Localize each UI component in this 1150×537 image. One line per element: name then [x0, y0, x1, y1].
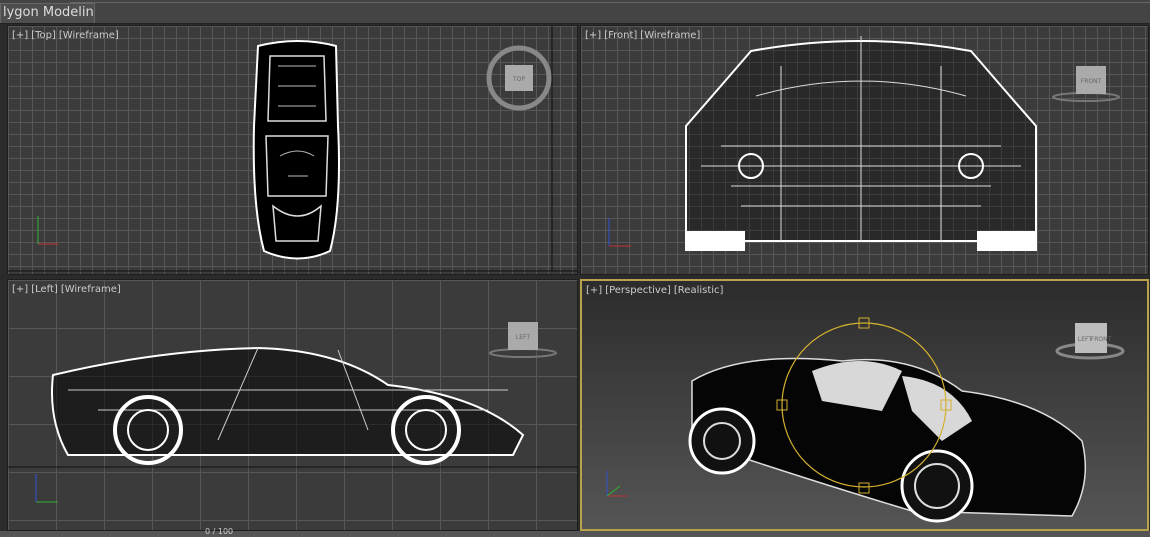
shading-mode[interactable]: [Wireframe] — [640, 30, 700, 41]
shading-mode[interactable]: [Wireframe] — [61, 284, 121, 295]
viewport-front[interactable]: [+] [Front] [Wireframe] FRONT — [580, 25, 1149, 275]
viewcube-label: FRONT — [1081, 78, 1102, 85]
view-type[interactable]: [Top] — [31, 30, 56, 41]
shading-mode[interactable]: [Realistic] — [674, 285, 724, 296]
viewport-left[interactable]: [+] [Left] [Wireframe] LEFT — [7, 279, 578, 531]
axis-tripod — [37, 216, 58, 245]
viewcube-label: LEFT — [516, 334, 530, 341]
axis-tripod — [35, 474, 58, 503]
view-type[interactable]: [Left] — [31, 284, 58, 295]
viewport-menu[interactable]: [+] — [12, 30, 28, 41]
viewport-top[interactable]: [+] [Top] [Wireframe] TOP — [7, 25, 578, 275]
viewport-menu[interactable]: [+] — [586, 285, 602, 296]
frame-counter: 0 / 100 — [205, 527, 234, 536]
viewport-label[interactable]: [+] [Left] [Wireframe] — [12, 284, 124, 295]
ribbon: lygon Modeling — [0, 0, 1150, 24]
viewport-label[interactable]: [+] [Front] [Wireframe] — [585, 30, 703, 41]
viewport-label[interactable]: [+] [Perspective] [Realistic] — [586, 285, 726, 296]
viewport-perspective[interactable]: [+] [Perspective] [Realistic] LEFT FRONT — [580, 279, 1149, 531]
viewport-label[interactable]: [+] [Top] [Wireframe] — [12, 30, 122, 41]
viewport-menu[interactable]: [+] — [12, 284, 28, 295]
time-slider[interactable]: 0 / 100 — [0, 527, 1150, 537]
viewport-menu[interactable]: [+] — [585, 30, 601, 41]
car-front-wireframe: FRONT — [608, 36, 1120, 251]
axis-tripod — [606, 471, 627, 497]
car-top-wireframe: TOP — [8, 26, 577, 272]
car-left-wireframe: LEFT — [8, 322, 577, 503]
viewcube-label: FRONT — [1091, 336, 1112, 343]
tab-polygon-modeling[interactable]: lygon Modeling — [0, 3, 95, 23]
shading-mode[interactable]: [Wireframe] — [59, 30, 119, 41]
car-perspective-render: LEFT FRONT — [606, 317, 1125, 523]
view-type[interactable]: [Front] — [604, 30, 637, 41]
ribbon-divider — [70, 0, 1150, 3]
view-type[interactable]: [Perspective] — [605, 285, 671, 296]
axis-tripod — [608, 218, 631, 247]
viewcube-label: TOP — [512, 76, 525, 83]
